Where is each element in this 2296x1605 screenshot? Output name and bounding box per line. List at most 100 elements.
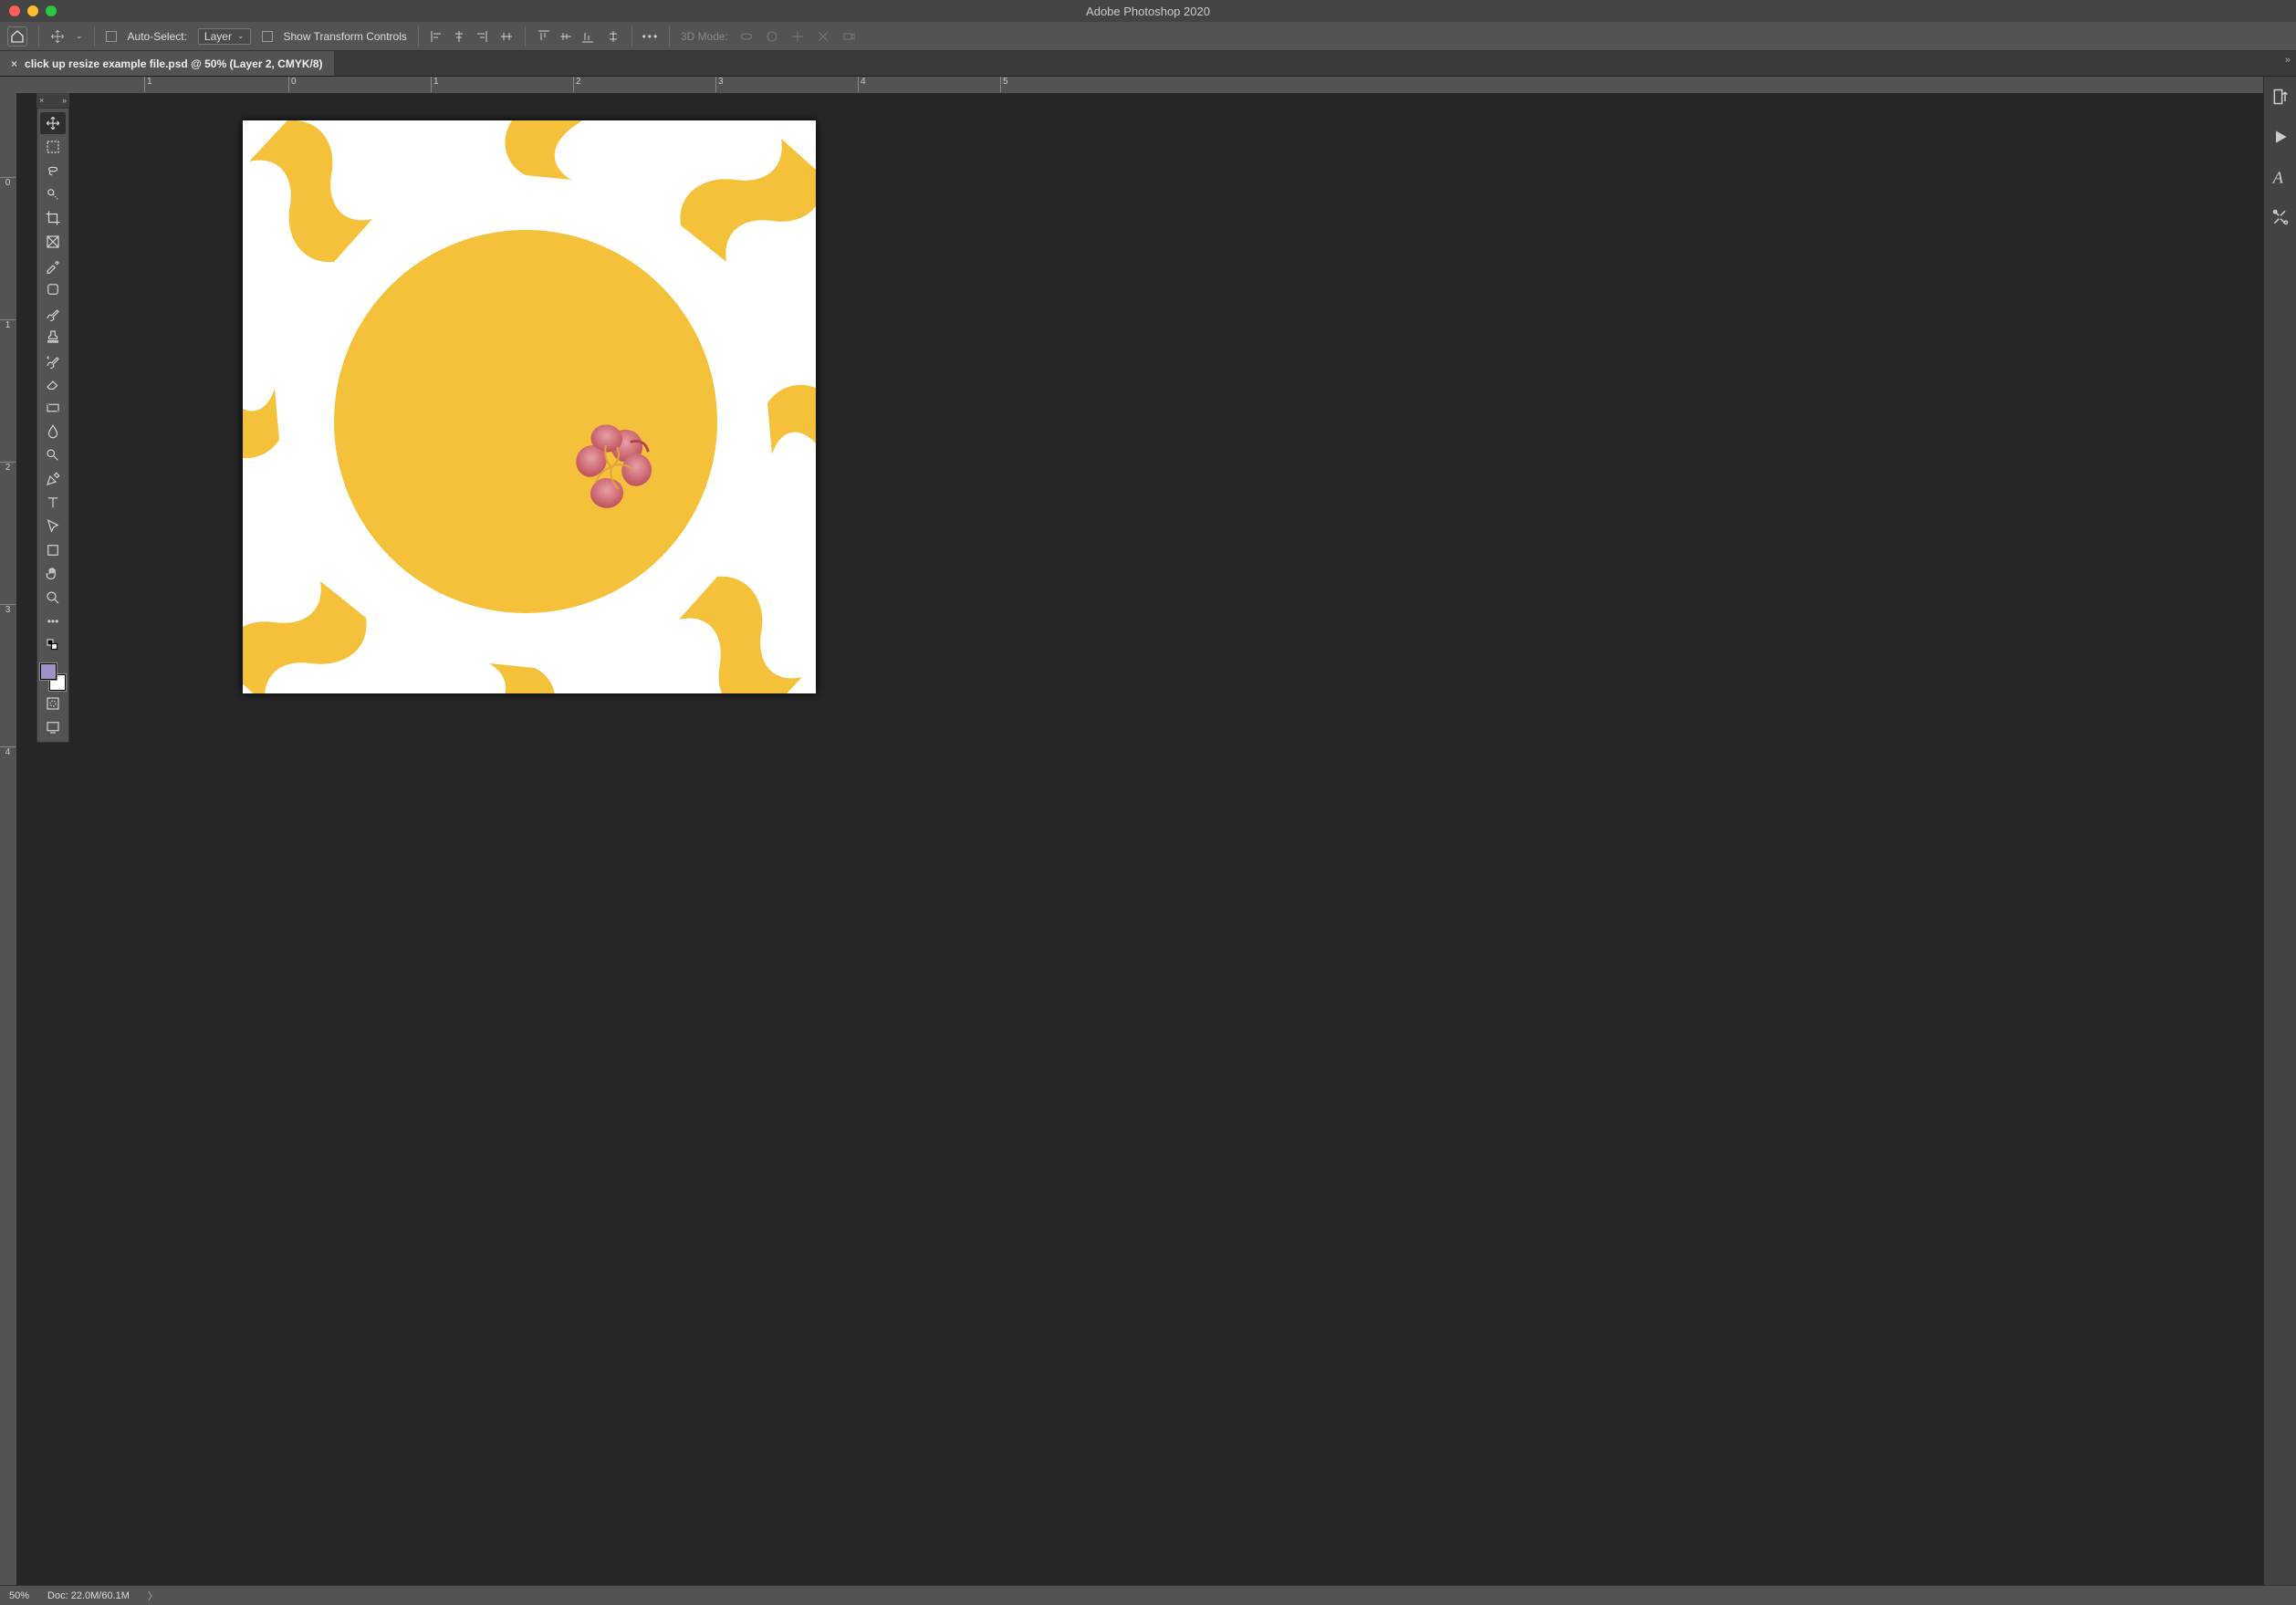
document-canvas[interactable] bbox=[243, 120, 816, 693]
dodge-tool[interactable] bbox=[40, 444, 66, 466]
canvas-viewport[interactable]: × » bbox=[16, 93, 2263, 1585]
quick-select-tool[interactable] bbox=[40, 183, 66, 205]
svg-text:A: A bbox=[2271, 168, 2283, 186]
quick-mask-icon[interactable] bbox=[40, 693, 66, 714]
ruler-origin[interactable] bbox=[0, 77, 16, 93]
ruler-tick: 0 bbox=[0, 177, 16, 188]
edit-toolbar-icon[interactable]: ••• bbox=[40, 610, 66, 632]
show-transform-label: Show Transform Controls bbox=[284, 30, 407, 43]
close-tab-icon[interactable]: × bbox=[11, 57, 17, 70]
align-vcenter-icon[interactable] bbox=[558, 29, 573, 44]
zoom-level[interactable]: 50% bbox=[9, 1590, 29, 1601]
ruler-tick: 3 bbox=[715, 77, 724, 92]
align-horizontal-group bbox=[430, 29, 488, 44]
eraser-tool[interactable] bbox=[40, 373, 66, 395]
document-tab[interactable]: × click up resize example file.psd @ 50%… bbox=[0, 51, 334, 76]
align-hcenter-icon[interactable] bbox=[452, 29, 466, 44]
hand-tool[interactable] bbox=[40, 563, 66, 585]
right-panel-strip: A bbox=[2263, 77, 2296, 1585]
chevron-down-icon: ⌄ bbox=[237, 31, 245, 41]
auto-select-target-value: Layer bbox=[204, 30, 232, 43]
frame-tool[interactable] bbox=[40, 231, 66, 253]
doc-info[interactable]: Doc: 22.0M/60.1M bbox=[47, 1590, 130, 1601]
window-zoom-button[interactable] bbox=[46, 5, 57, 16]
screen-mode-icon[interactable] bbox=[40, 716, 66, 738]
toolbox-close-icon[interactable]: × bbox=[39, 96, 44, 105]
tools-panel-icon[interactable] bbox=[2270, 206, 2291, 228]
divider bbox=[631, 26, 632, 47]
foreground-color-swatch[interactable] bbox=[40, 663, 57, 680]
distribute-v-icon[interactable] bbox=[606, 29, 621, 44]
auto-select-target-select[interactable]: Layer ⌄ bbox=[198, 28, 251, 45]
divider bbox=[94, 26, 95, 47]
ruler-tick: 2 bbox=[0, 462, 16, 473]
shape-tool[interactable] bbox=[40, 539, 66, 561]
healing-brush-tool[interactable] bbox=[40, 278, 66, 300]
color-swatches[interactable] bbox=[40, 663, 66, 691]
properties-panel-icon[interactable] bbox=[2270, 86, 2291, 108]
window-minimize-button[interactable] bbox=[27, 5, 38, 16]
divider bbox=[418, 26, 419, 47]
sun-artwork bbox=[243, 120, 816, 693]
align-bottom-icon[interactable] bbox=[580, 29, 595, 44]
divider bbox=[38, 26, 39, 47]
divider bbox=[669, 26, 670, 47]
ruler-tick: 4 bbox=[858, 77, 866, 92]
3d-slide-icon bbox=[816, 29, 830, 44]
horizontal-ruler[interactable]: 1 0 1 2 3 4 5 bbox=[16, 77, 2263, 93]
stamp-tool[interactable] bbox=[40, 326, 66, 348]
brush-tool[interactable] bbox=[40, 302, 66, 324]
ruler-tick: 1 bbox=[144, 77, 152, 92]
move-tool[interactable] bbox=[40, 112, 66, 134]
gradient-tool[interactable] bbox=[40, 397, 66, 419]
toolbox-panel: × » bbox=[37, 93, 69, 743]
move-icon[interactable] bbox=[50, 29, 65, 44]
vertical-ruler[interactable]: 0 1 2 3 4 bbox=[0, 93, 16, 1585]
options-bar: ⌄ Auto-Select: Layer ⌄ Show Transform Co… bbox=[0, 22, 2296, 51]
align-left-icon[interactable] bbox=[430, 29, 444, 44]
character-panel-icon[interactable]: A bbox=[2270, 166, 2291, 188]
ruler-tick: 1 bbox=[0, 319, 16, 330]
align-vertical-group bbox=[537, 29, 595, 44]
play-panel-icon[interactable] bbox=[2270, 126, 2291, 148]
status-flyout-icon[interactable]: 〉 bbox=[148, 1589, 158, 1603]
ruler-tick: 2 bbox=[573, 77, 581, 92]
lasso-tool[interactable] bbox=[40, 160, 66, 182]
crop-tool[interactable] bbox=[40, 207, 66, 229]
align-top-icon[interactable] bbox=[537, 29, 551, 44]
window-close-button[interactable] bbox=[9, 5, 20, 16]
home-button[interactable] bbox=[7, 26, 27, 47]
3d-orbit-icon bbox=[739, 29, 754, 44]
align-right-icon[interactable] bbox=[474, 29, 488, 44]
3d-mode-label: 3D Mode: bbox=[681, 30, 728, 43]
distribute-h-icon[interactable] bbox=[499, 29, 514, 44]
history-brush-tool[interactable] bbox=[40, 349, 66, 371]
auto-select-checkbox[interactable] bbox=[106, 31, 117, 42]
ruler-tick: 4 bbox=[0, 746, 16, 757]
zoom-tool[interactable] bbox=[40, 587, 66, 609]
ruler-tick: 5 bbox=[1000, 77, 1008, 92]
divider bbox=[525, 26, 526, 47]
app-title: Adobe Photoshop 2020 bbox=[1086, 5, 1210, 18]
tool-preset-dropdown[interactable]: ⌄ bbox=[76, 31, 83, 41]
3d-camera-icon bbox=[841, 29, 856, 44]
swap-default-colors-icon[interactable] bbox=[40, 634, 66, 656]
ruler-tick: 0 bbox=[288, 77, 297, 92]
titlebar: Adobe Photoshop 2020 bbox=[0, 0, 2296, 22]
show-transform-checkbox[interactable] bbox=[262, 31, 273, 42]
toolbox-expand-icon[interactable]: » bbox=[62, 96, 67, 105]
blur-tool[interactable] bbox=[40, 421, 66, 443]
flower-artwork bbox=[566, 422, 657, 513]
auto-select-label: Auto-Select: bbox=[128, 30, 187, 43]
pen-tool[interactable] bbox=[40, 468, 66, 490]
path-select-tool[interactable] bbox=[40, 516, 66, 537]
more-options-icon[interactable]: ••• bbox=[643, 29, 658, 44]
type-tool[interactable] bbox=[40, 492, 66, 514]
3d-pan-icon bbox=[790, 29, 805, 44]
document-tab-label: click up resize example file.psd @ 50% (… bbox=[25, 57, 323, 70]
tab-overflow-icon[interactable]: » bbox=[2285, 55, 2291, 66]
eyedropper-tool[interactable] bbox=[40, 255, 66, 276]
ruler-tick: 1 bbox=[431, 77, 439, 92]
marquee-tool[interactable] bbox=[40, 136, 66, 158]
3d-roll-icon bbox=[765, 29, 779, 44]
